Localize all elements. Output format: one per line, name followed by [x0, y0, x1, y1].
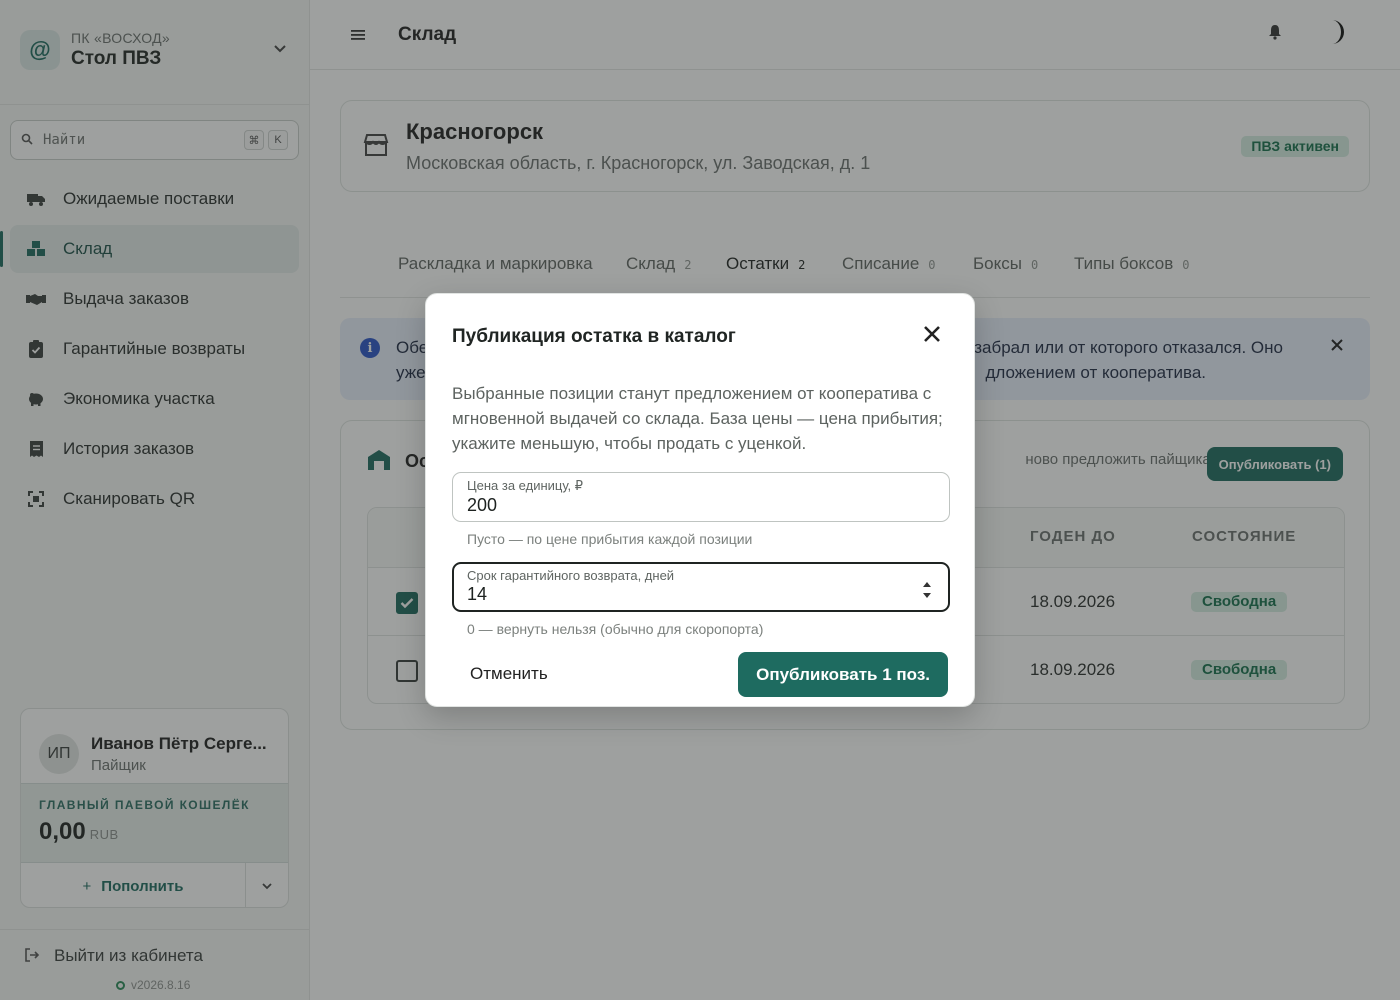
dialog-title: Публикация остатка в каталог [452, 326, 736, 347]
price-field-label: Цена за единицу, ₽ [467, 478, 584, 493]
warranty-help-text: 0 — вернуть нельзя (обычно для скоропорт… [467, 621, 764, 637]
close-icon[interactable] [920, 324, 944, 348]
price-field[interactable]: Цена за единицу, ₽ 200 [452, 472, 950, 522]
price-help-text: Пусто — по цене прибытия каждой позиции [467, 531, 753, 547]
warranty-field-value: 14 [467, 584, 488, 604]
publish-dialog: Публикация остатка в каталог Выбранные п… [425, 293, 975, 707]
dialog-description: Выбранные позиции станут предложением от… [452, 384, 943, 453]
cancel-button[interactable]: Отменить [452, 652, 566, 696]
spinner-arrows-icon[interactable] [922, 580, 932, 603]
publish-button[interactable]: Опубликовать 1 поз. [738, 652, 948, 697]
price-field-value: 200 [467, 495, 498, 515]
warranty-days-stepper[interactable]: Срок гарантийного возврата, дней 14 [452, 562, 950, 612]
warranty-field-label: Срок гарантийного возврата, дней [467, 568, 675, 583]
